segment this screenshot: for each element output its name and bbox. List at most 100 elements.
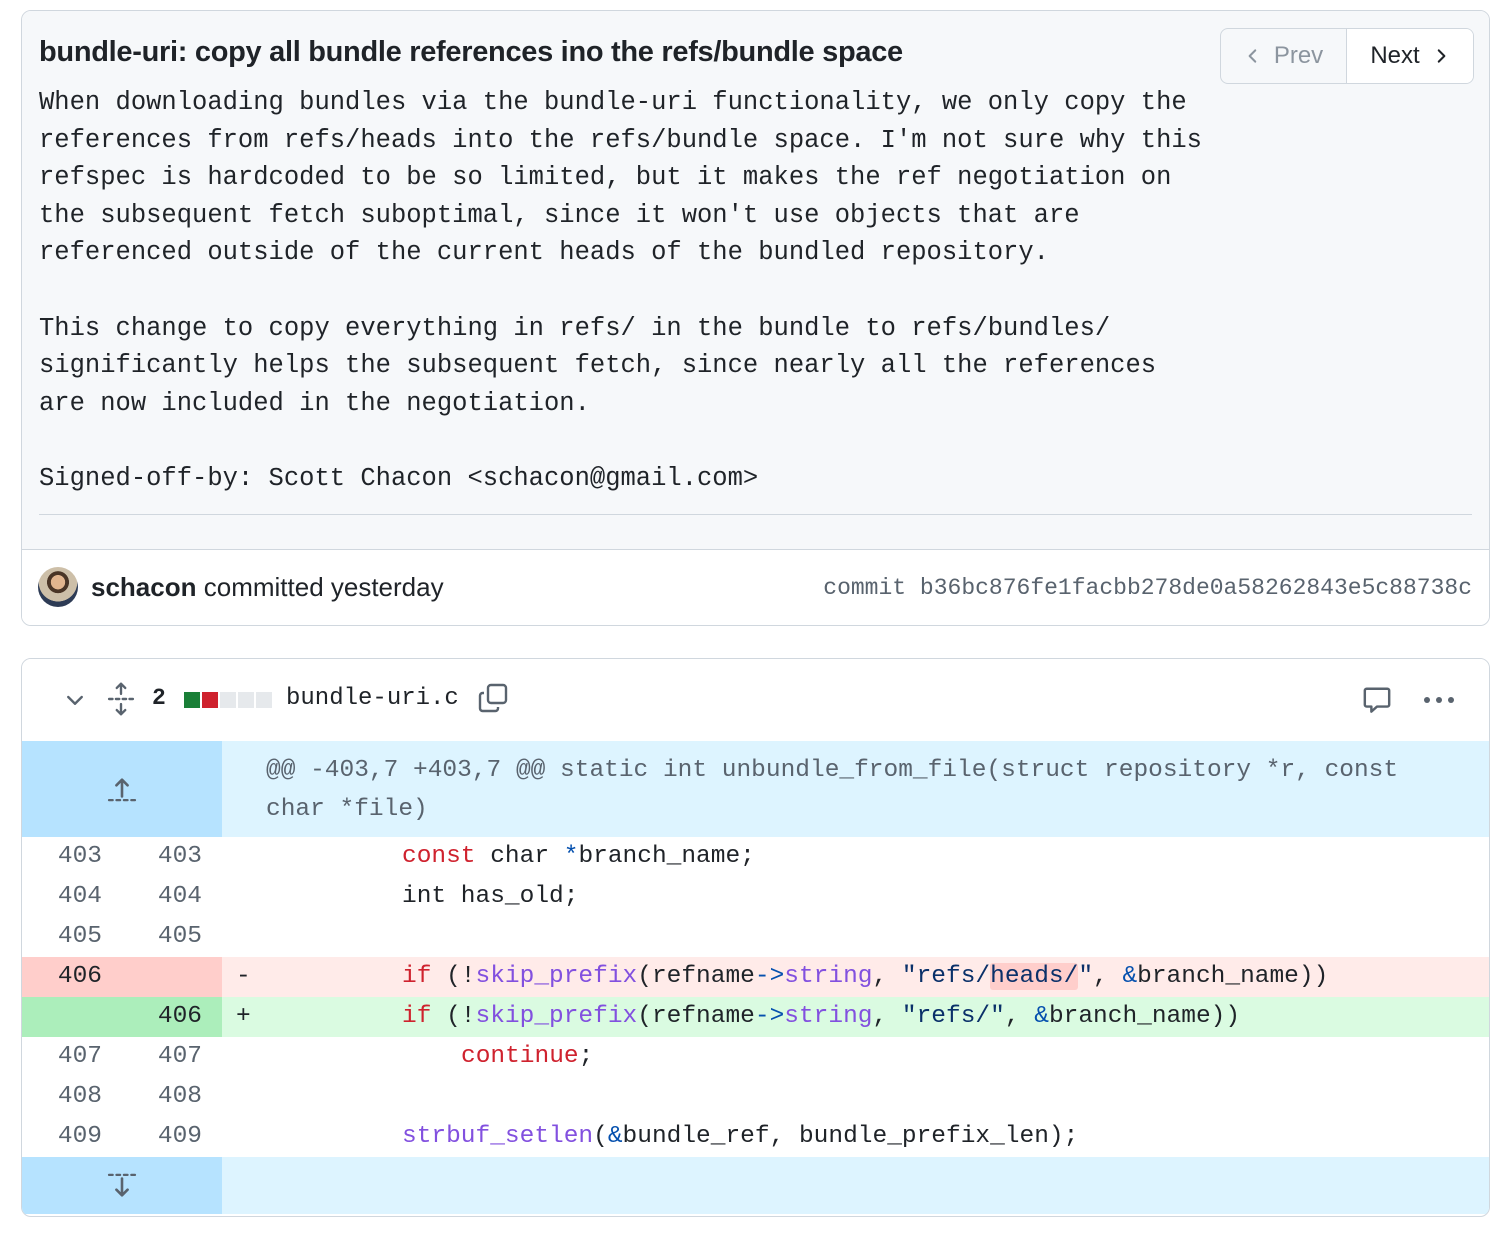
file-header: 2 bundle-uri.c (22, 659, 1489, 742)
code-token: continue (461, 1043, 579, 1070)
code-token: skip_prefix (475, 1003, 638, 1030)
sha-value: b36bc876fe1facbb278de0a58262843e5c88738c (919, 575, 1472, 601)
code-line: continue; (268, 1037, 593, 1077)
old-line-number[interactable]: 408 (22, 1077, 102, 1117)
author-link[interactable]: schacon (91, 572, 197, 602)
code-token: ; (578, 1043, 594, 1070)
code-token: string (784, 963, 873, 990)
new-line-number[interactable]: 406 (122, 997, 202, 1037)
diff-line-add: 406 + if (!skip_prefix(refname->string, "r… (22, 997, 1489, 1037)
prev-button[interactable]: Prev (1221, 29, 1347, 83)
expand-up-button[interactable] (22, 741, 222, 837)
commit-message-line: refspec is hardcoded to be so limited, b… (39, 163, 1172, 193)
new-line-number[interactable]: 405 (122, 917, 202, 957)
code-token: branch_name)) (1137, 963, 1329, 990)
commit-message-line: When downloading bundles via the bundle-… (39, 88, 1187, 117)
code-token: if (402, 1003, 432, 1030)
hunk-header: @@ -403,7 +403,7 @@ static int unbundle_… (22, 741, 1489, 837)
old-line-number[interactable]: 407 (22, 1037, 102, 1077)
diff-line-ctx: 408 408 (22, 1077, 1489, 1117)
commit-sha[interactable]: commit b36bc876fe1facbb278de0a58262843e5… (823, 575, 1472, 601)
committed-text: committed yesterday (203, 572, 444, 602)
diff-file: 2 bundle-uri.c @@ -403,7 +403,7 @@ stati… (21, 658, 1490, 1217)
code-token: & (1034, 1003, 1049, 1030)
old-line-number[interactable]: 403 (22, 837, 102, 877)
code-token: (! (431, 963, 476, 990)
code-token: & (607, 1123, 623, 1150)
code-token: if (402, 963, 432, 990)
code-token: bundle_ref, bundle_prefix_len); (622, 1123, 1079, 1150)
expand-down-button[interactable] (22, 1157, 222, 1214)
code-token: , (872, 963, 902, 990)
hunk-footer (22, 1157, 1489, 1214)
code-token: , (872, 1003, 902, 1030)
code-token: "refs/" (901, 1003, 1005, 1030)
copy-path-button[interactable] (476, 681, 510, 715)
diff-line-del: 406 - if (!skip_prefix(refname->string, "r… (22, 957, 1489, 997)
code-line: if (!skip_prefix(refname->string, "refs/… (268, 957, 1328, 997)
avatar[interactable] (38, 567, 78, 607)
code-token: * (563, 843, 579, 870)
next-button[interactable]: Next (1347, 29, 1473, 83)
commit-message-line: are now included in the negotiation. (39, 388, 590, 418)
diffstat-block-neutral (256, 692, 272, 708)
code-token: -> (754, 1003, 785, 1030)
commit-message-line: references from refs/heads into the refs… (39, 125, 1202, 155)
new-line-number[interactable]: 408 (122, 1077, 202, 1117)
commit-message-line (39, 272, 1202, 310)
code-token: (refname (637, 1003, 755, 1030)
commit-message: When downloading bundles via the bundle-… (39, 84, 1202, 498)
code-line: int has_old; (268, 877, 578, 917)
new-line-number[interactable]: 409 (122, 1117, 202, 1157)
chevron-left-icon (1248, 49, 1257, 63)
old-line-number[interactable]: 409 (22, 1117, 102, 1157)
new-line-number[interactable]: 407 (122, 1037, 202, 1077)
new-line-number[interactable] (122, 957, 202, 997)
code-token: skip_prefix (475, 963, 638, 990)
fold-down-icon (107, 1173, 137, 1197)
old-line-number[interactable] (22, 997, 102, 1037)
commit-title: bundle-uri: copy all bundle references i… (39, 36, 903, 68)
diffstat (184, 692, 272, 708)
hunk-header-text: @@ -403,7 +403,7 @@ static int unbundle_… (266, 757, 1399, 823)
commit-pager: Prev Next (1220, 28, 1474, 84)
code-token: branch_name; (578, 843, 755, 870)
expand-all-button[interactable] (106, 682, 136, 716)
commit-message-line: referenced outside of the current heads … (39, 238, 1049, 268)
old-line-number[interactable]: 404 (22, 877, 102, 917)
unfold-icon (107, 682, 135, 716)
diff-marker: + (236, 1003, 251, 1030)
old-line-number[interactable]: 406 (22, 957, 102, 997)
code-token: strbuf_setlen (402, 1123, 594, 1150)
code-line: if (!skip_prefix(refname->string, "refs/… (268, 997, 1240, 1037)
code-token: "refs/ (901, 963, 991, 990)
code-token: -> (754, 963, 785, 990)
prev-label: Prev (1273, 42, 1324, 69)
more-options-button[interactable] (1420, 685, 1458, 715)
comment-button[interactable] (1360, 683, 1394, 717)
diff-marker: - (236, 963, 251, 990)
new-line-number[interactable]: 403 (122, 837, 202, 877)
fold-up-icon (107, 778, 137, 802)
new-line-number[interactable]: 404 (122, 877, 202, 917)
code-token: & (1122, 963, 1138, 990)
copy-icon (478, 683, 508, 713)
code-line: strbuf_setlen(&bundle_ref, bundle_prefix… (268, 1117, 1078, 1157)
code-token: , (1093, 963, 1123, 990)
diff-line-ctx: 407 407 continue; (22, 1037, 1489, 1077)
diff-line-ctx: 409 409 strbuf_setlen(&bundle_ref, bundle_… (22, 1117, 1489, 1157)
collapse-file-button[interactable] (60, 685, 90, 715)
code-token: " (1078, 963, 1094, 990)
diff-line-ctx: 403 403 const char *branch_name; (22, 837, 1489, 877)
code-token: const (402, 843, 476, 870)
diffstat-block-add (184, 692, 200, 708)
code-line: const char *branch_name; (268, 837, 755, 877)
comment-icon (1363, 687, 1391, 713)
diffstat-block-del (202, 692, 218, 708)
old-line-number[interactable]: 405 (22, 917, 102, 957)
diff-table: @@ -403,7 +403,7 @@ static int unbundle_… (22, 741, 1489, 1214)
commit-meta: schacon committed yesterday commit b36bc… (22, 550, 1489, 625)
file-name[interactable]: bundle-uri.c (286, 685, 459, 712)
commit-message-line: significantly helps the subsequent fetch… (39, 351, 1157, 381)
chevron-right-icon (1437, 49, 1446, 63)
